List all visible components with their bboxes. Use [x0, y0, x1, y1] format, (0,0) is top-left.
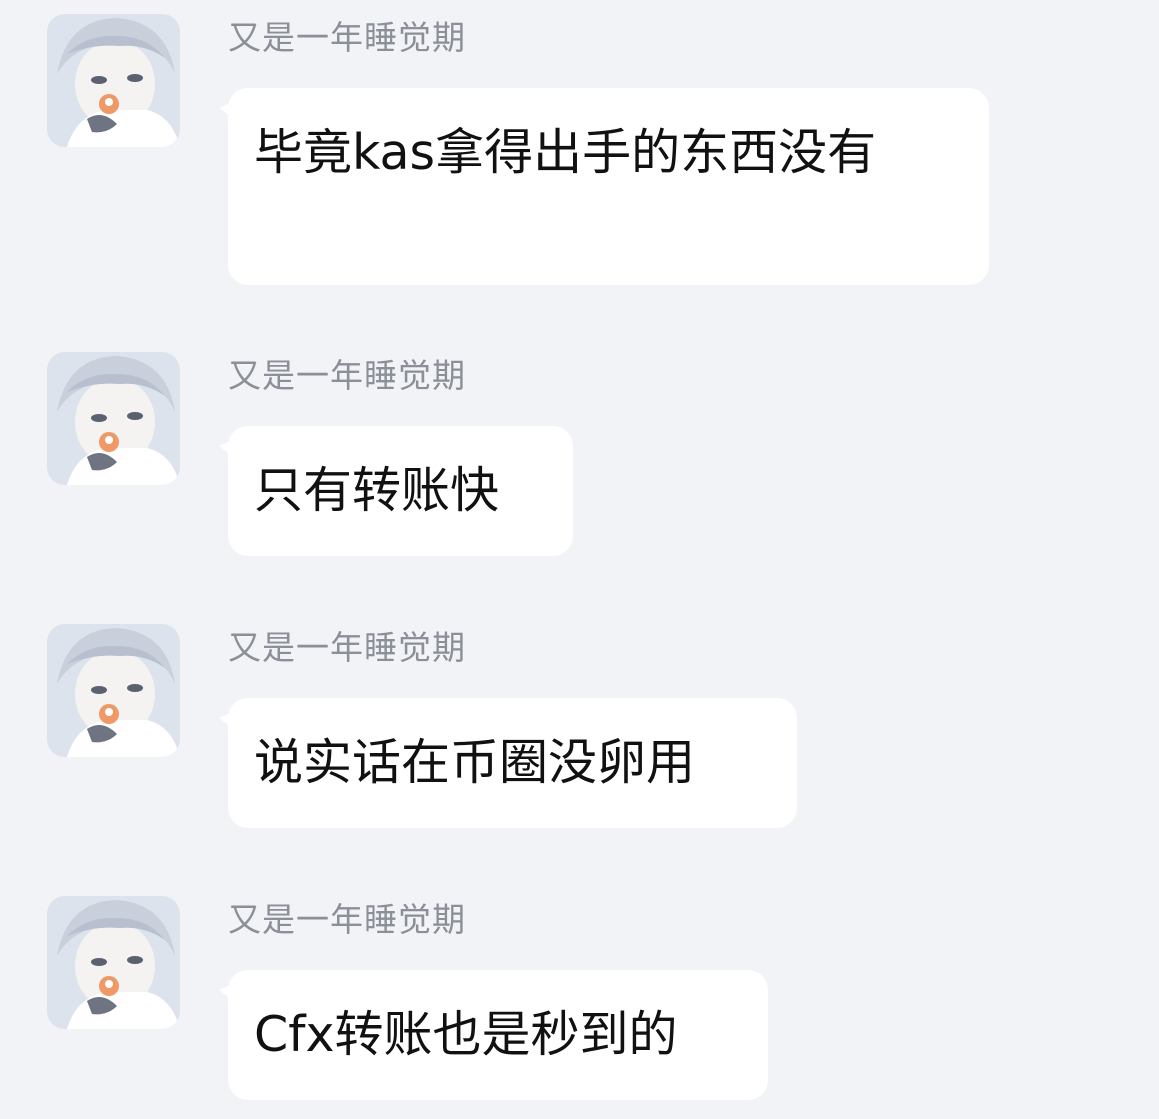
avatar[interactable] — [47, 14, 180, 147]
message-text: 毕竟kas拿得出手的东西没有 — [254, 124, 877, 181]
avatar[interactable] — [47, 896, 180, 1029]
message-text: 说实话在币圈没卵用 — [254, 734, 696, 791]
message-text: Cfx转账也是秒到的 — [254, 1006, 678, 1063]
message-bubble[interactable]: 毕竟kas拿得出手的东西没有 — [219, 88, 989, 285]
avatar[interactable] — [47, 352, 180, 485]
sender-name: 又是一年睡觉期 — [228, 900, 466, 939]
avatar[interactable] — [47, 624, 180, 757]
message-bubble[interactable]: 说实话在币圈没卵用 — [219, 698, 797, 828]
message-bubble[interactable]: 只有转账快 — [219, 426, 573, 556]
sender-name: 又是一年睡觉期 — [228, 628, 466, 667]
message-bubble[interactable]: Cfx转账也是秒到的 — [219, 970, 768, 1100]
sender-name: 又是一年睡觉期 — [228, 18, 466, 57]
sender-name: 又是一年睡觉期 — [228, 356, 466, 395]
message-text: 只有转账快 — [254, 462, 500, 519]
